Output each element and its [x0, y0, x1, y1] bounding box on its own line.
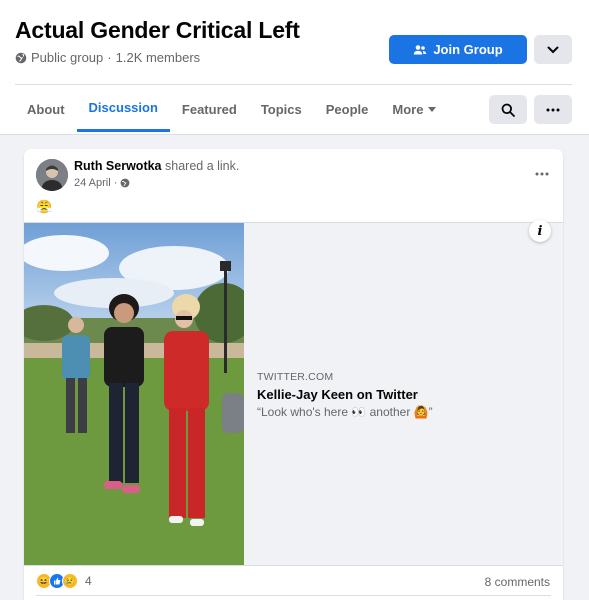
group-meta: Public group · 1.2K members	[15, 50, 200, 65]
author-avatar[interactable]	[36, 159, 68, 191]
group-privacy: Public group	[31, 50, 104, 65]
post-date-line: 24 April ·	[74, 177, 130, 189]
group-title[interactable]: Actual Gender Critical Left	[15, 17, 300, 44]
join-group-button[interactable]: Join Group	[389, 35, 527, 64]
member-count[interactable]: 1.2K members	[116, 50, 201, 65]
group-more-button[interactable]	[534, 95, 572, 124]
chevron-down-icon	[547, 46, 559, 53]
tab-featured[interactable]: Featured	[170, 86, 249, 132]
post-action: shared a link.	[165, 159, 240, 173]
link-domain: TWITTER.COM	[257, 371, 334, 383]
more-horizontal-icon	[546, 108, 560, 111]
join-group-label: Join Group	[433, 42, 503, 57]
group-options-button[interactable]	[534, 35, 572, 64]
tab-people-label: People	[325, 101, 369, 117]
date-separator: ·	[113, 177, 118, 189]
info-icon[interactable]: i	[529, 220, 551, 242]
tab-more[interactable]: More	[380, 86, 448, 132]
caret-down-icon	[428, 106, 437, 112]
link-description: “Look who's here 👀 another 🙆”	[257, 405, 433, 419]
reaction-icons: 😆 😢	[36, 573, 78, 589]
group-header: Actual Gender Critical Left Public group…	[0, 0, 589, 135]
link-preview[interactable]: i TWITTER.COM Kellie-Jay Keen on Twitter…	[24, 220, 563, 566]
people-icon	[414, 44, 427, 54]
sad-reaction-icon: 😢	[62, 573, 78, 589]
search-group-button[interactable]	[489, 95, 527, 124]
comment-count[interactable]: 8 comments	[485, 575, 550, 589]
globe-icon	[15, 52, 27, 63]
meta-separator: ·	[107, 50, 112, 65]
post-text: 😤	[36, 199, 53, 214]
globe-icon	[120, 178, 130, 188]
tab-topics-label: Topics	[260, 101, 302, 117]
post-author-line: Ruth Serwotka shared a link.	[74, 159, 239, 173]
tab-topics[interactable]: Topics	[249, 86, 314, 132]
author-name[interactable]: Ruth Serwotka	[74, 159, 162, 173]
group-tabs: About Discussion Featured Topics People …	[15, 86, 448, 133]
post-date[interactable]: 24 April	[74, 177, 111, 189]
reaction-count: 4	[85, 574, 92, 588]
tab-more-label: More	[392, 101, 424, 117]
tab-about-label: About	[27, 101, 65, 117]
tab-discussion-label: Discussion	[88, 100, 158, 115]
link-title: Kellie-Jay Keen on Twitter	[257, 387, 418, 402]
post-card: Ruth Serwotka shared a link. 24 April · …	[24, 149, 563, 600]
search-icon	[501, 103, 515, 117]
post-footer-divider	[36, 595, 551, 596]
link-preview-image[interactable]	[24, 223, 244, 565]
avatar-photo	[36, 159, 68, 191]
tab-people[interactable]: People	[314, 86, 381, 132]
tab-featured-label: Featured	[181, 101, 237, 117]
preview-photo	[24, 223, 244, 565]
header-divider	[15, 84, 572, 85]
tab-discussion[interactable]: Discussion	[76, 86, 170, 132]
link-text-block[interactable]: TWITTER.COM Kellie-Jay Keen on Twitter “…	[257, 371, 547, 419]
more-horizontal-icon	[535, 172, 549, 176]
tab-about[interactable]: About	[15, 86, 77, 132]
post-options-button[interactable]	[535, 163, 549, 181]
reaction-summary[interactable]: 😆 😢 4	[36, 573, 92, 589]
